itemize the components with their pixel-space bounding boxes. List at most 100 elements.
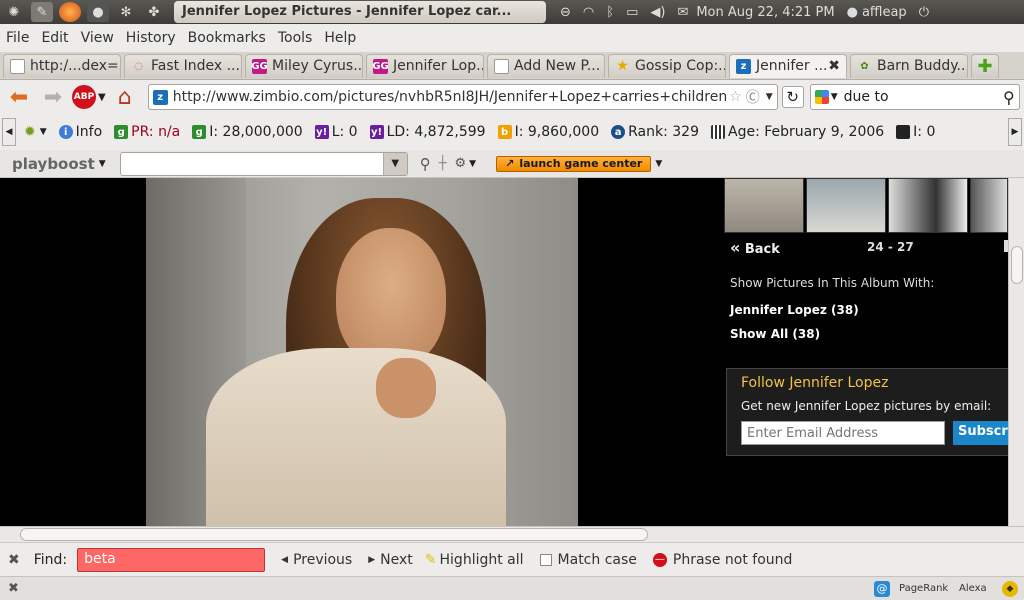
at-icon[interactable]: @: [874, 580, 890, 597]
playboost-search-input[interactable]: ▼: [119, 151, 408, 176]
horizontal-scrollbar[interactable]: [0, 526, 1024, 542]
yahoo-ld-stat[interactable]: y! LD: 4,872,599: [369, 124, 486, 140]
gear-dropdown-icon[interactable]: ▼: [469, 159, 476, 169]
gear-icon[interactable]: ⚙: [455, 156, 467, 171]
age-stat[interactable]: Age: February 9, 2006: [711, 124, 884, 140]
magnifier-icon[interactable]: ⚲: [420, 155, 431, 173]
menu-help[interactable]: Help: [324, 30, 356, 46]
tab-8[interactable]: ✿ Barn Buddy...: [850, 53, 968, 78]
menu-edit[interactable]: Edit: [41, 30, 68, 46]
reload-icon[interactable]: ↻: [781, 86, 804, 108]
mail-icon[interactable]: ✉: [677, 5, 688, 20]
horizontal-scrollbar-thumb[interactable]: [20, 528, 648, 541]
bluetooth-icon[interactable]: ᛒ: [606, 5, 614, 20]
scroll-left-button[interactable]: ◀: [2, 118, 16, 146]
volume-icon[interactable]: ◀): [650, 5, 665, 20]
menu-bookmarks[interactable]: Bookmarks: [188, 30, 266, 46]
pidgin-icon[interactable]: ✤: [143, 2, 165, 22]
menu-history[interactable]: History: [126, 30, 176, 46]
minus-icon[interactable]: ⊖: [560, 5, 571, 20]
filter-jennifer-lopez[interactable]: Jennifer Lopez (38): [730, 303, 859, 317]
menu-file[interactable]: File: [6, 30, 29, 46]
yahoo-links-stat[interactable]: y! L: 0: [314, 124, 358, 140]
subscribe-button[interactable]: Subscri: [953, 421, 1011, 445]
playboost-dropdown-icon[interactable]: ▼: [99, 159, 106, 169]
close-find-icon[interactable]: ✖: [8, 552, 20, 568]
google-index-icon: g: [192, 125, 207, 139]
menu-tools[interactable]: Tools: [278, 30, 313, 46]
tab-2[interactable]: ◌ Fast Index ...: [124, 53, 242, 78]
match-case-checkbox[interactable]: [539, 553, 552, 566]
google-index-stat[interactable]: g I: 28,000,000: [192, 124, 303, 140]
magnifier-icon[interactable]: ⚲: [1003, 88, 1015, 107]
thumbnail-1[interactable]: [724, 178, 804, 233]
seo-toolbar: ◀ ✹ ▼ i Info g PR: n/a g I: 28,000,000 y! L:…: [0, 114, 1024, 150]
new-tab-button[interactable]: ✚: [971, 53, 999, 78]
terminal-icon[interactable]: ●: [87, 2, 109, 22]
power-icon[interactable]: ⏻: [919, 5, 929, 20]
adblock-dropdown-icon[interactable]: ▼: [98, 92, 106, 103]
search-input[interactable]: due to: [844, 89, 1003, 105]
main-photo[interactable]: [146, 178, 578, 526]
pagerank-stat[interactable]: g PR: n/a: [114, 124, 180, 140]
menu-view[interactable]: View: [81, 30, 114, 46]
firefox-icon[interactable]: [59, 2, 81, 22]
bookmark-star-icon[interactable]: ☆: [729, 89, 742, 105]
back-arrow-icon[interactable]: ⬅: [4, 83, 34, 111]
match-case-toggle[interactable]: Match case: [539, 552, 637, 568]
highlight-all-button[interactable]: ✎ Highlight all: [425, 552, 524, 568]
clock[interactable]: Mon Aug 22, 4:21 PM: [696, 5, 834, 20]
alexa-rank-stat[interactable]: a Rank: 329: [611, 124, 699, 140]
active-window-title[interactable]: Jennifer Lopez Pictures - Jennifer Lopez…: [174, 1, 546, 23]
seoquake-icon[interactable]: ✹: [24, 124, 36, 140]
tab-4[interactable]: GG Jennifer Lop...: [366, 53, 484, 78]
info-stat[interactable]: i Info: [58, 124, 102, 140]
user-name[interactable]: affleap: [862, 5, 907, 20]
email-input[interactable]: [741, 421, 945, 445]
tab-3[interactable]: GG Miley Cyrus...: [245, 53, 363, 78]
close-status-icon[interactable]: ✖: [8, 581, 19, 596]
dmoz-stat[interactable]: I: 0: [896, 124, 935, 140]
thumbnail-4[interactable]: [970, 178, 1008, 233]
pagerank-label[interactable]: PageRank: [899, 583, 948, 594]
text-editor-icon[interactable]: ✎: [31, 2, 53, 22]
vertical-scrollbar[interactable]: [1008, 178, 1024, 526]
resize-grip-icon[interactable]: ◆: [1002, 580, 1018, 597]
url-bar[interactable]: z http://www.zimbio.com/pictures/nvhbR5n…: [147, 84, 778, 110]
home-icon[interactable]: ⌂: [110, 83, 140, 111]
highlighter-icon: ✎: [424, 551, 437, 568]
combo-dropdown-icon[interactable]: ▼: [382, 152, 407, 175]
c-icon[interactable]: Ⓒ: [746, 87, 760, 107]
forward-arrow-icon[interactable]: ➡: [38, 83, 68, 111]
tab-5[interactable]: Add New P...: [487, 53, 605, 78]
adblock-button[interactable]: ABP: [72, 85, 96, 109]
playboost-logo[interactable]: playboost: [12, 155, 95, 173]
user-icon[interactable]: ●: [847, 5, 858, 20]
puzzle-icon[interactable]: ✻: [115, 2, 137, 22]
tab-6[interactable]: ★ Gossip Cop:...: [608, 53, 726, 78]
search-engine-dropdown-icon[interactable]: ▼: [831, 92, 838, 102]
seoquake-dropdown-icon[interactable]: ▼: [40, 127, 47, 137]
find-input[interactable]: beta: [77, 547, 266, 572]
gg-icon: GG: [372, 58, 389, 74]
close-tab-icon[interactable]: ✖: [828, 58, 840, 74]
scroll-right-button[interactable]: ▶: [1008, 118, 1022, 146]
thumbnail-2[interactable]: [806, 178, 886, 233]
search-box[interactable]: ▼ due to ⚲: [809, 84, 1020, 110]
vertical-scrollbar-thumb[interactable]: [1011, 246, 1023, 284]
find-next-button[interactable]: ▶ Next: [368, 552, 413, 568]
launch-game-center-button[interactable]: ↗ launch game center: [496, 155, 652, 172]
battery-icon[interactable]: ▭: [626, 5, 638, 20]
ubuntu-logo-icon[interactable]: ✺: [3, 2, 25, 22]
back-link[interactable]: « Back: [730, 238, 780, 257]
find-previous-button[interactable]: ◀ Previous: [281, 552, 352, 568]
alexa-label[interactable]: Alexa: [959, 583, 987, 594]
wifi-icon[interactable]: ◠: [583, 5, 594, 20]
tab-1[interactable]: http:/...dex=3: [3, 53, 121, 78]
tab-7-active[interactable]: z Jennifer ... ✖: [729, 53, 847, 78]
filter-show-all[interactable]: Show All (38): [730, 327, 820, 341]
thumbnail-3[interactable]: [888, 178, 968, 233]
launch-dropdown-icon[interactable]: ▼: [655, 159, 662, 169]
bing-index-stat[interactable]: b I: 9,860,000: [497, 124, 599, 140]
dropdown-arrow-icon[interactable]: ▼: [766, 92, 773, 102]
